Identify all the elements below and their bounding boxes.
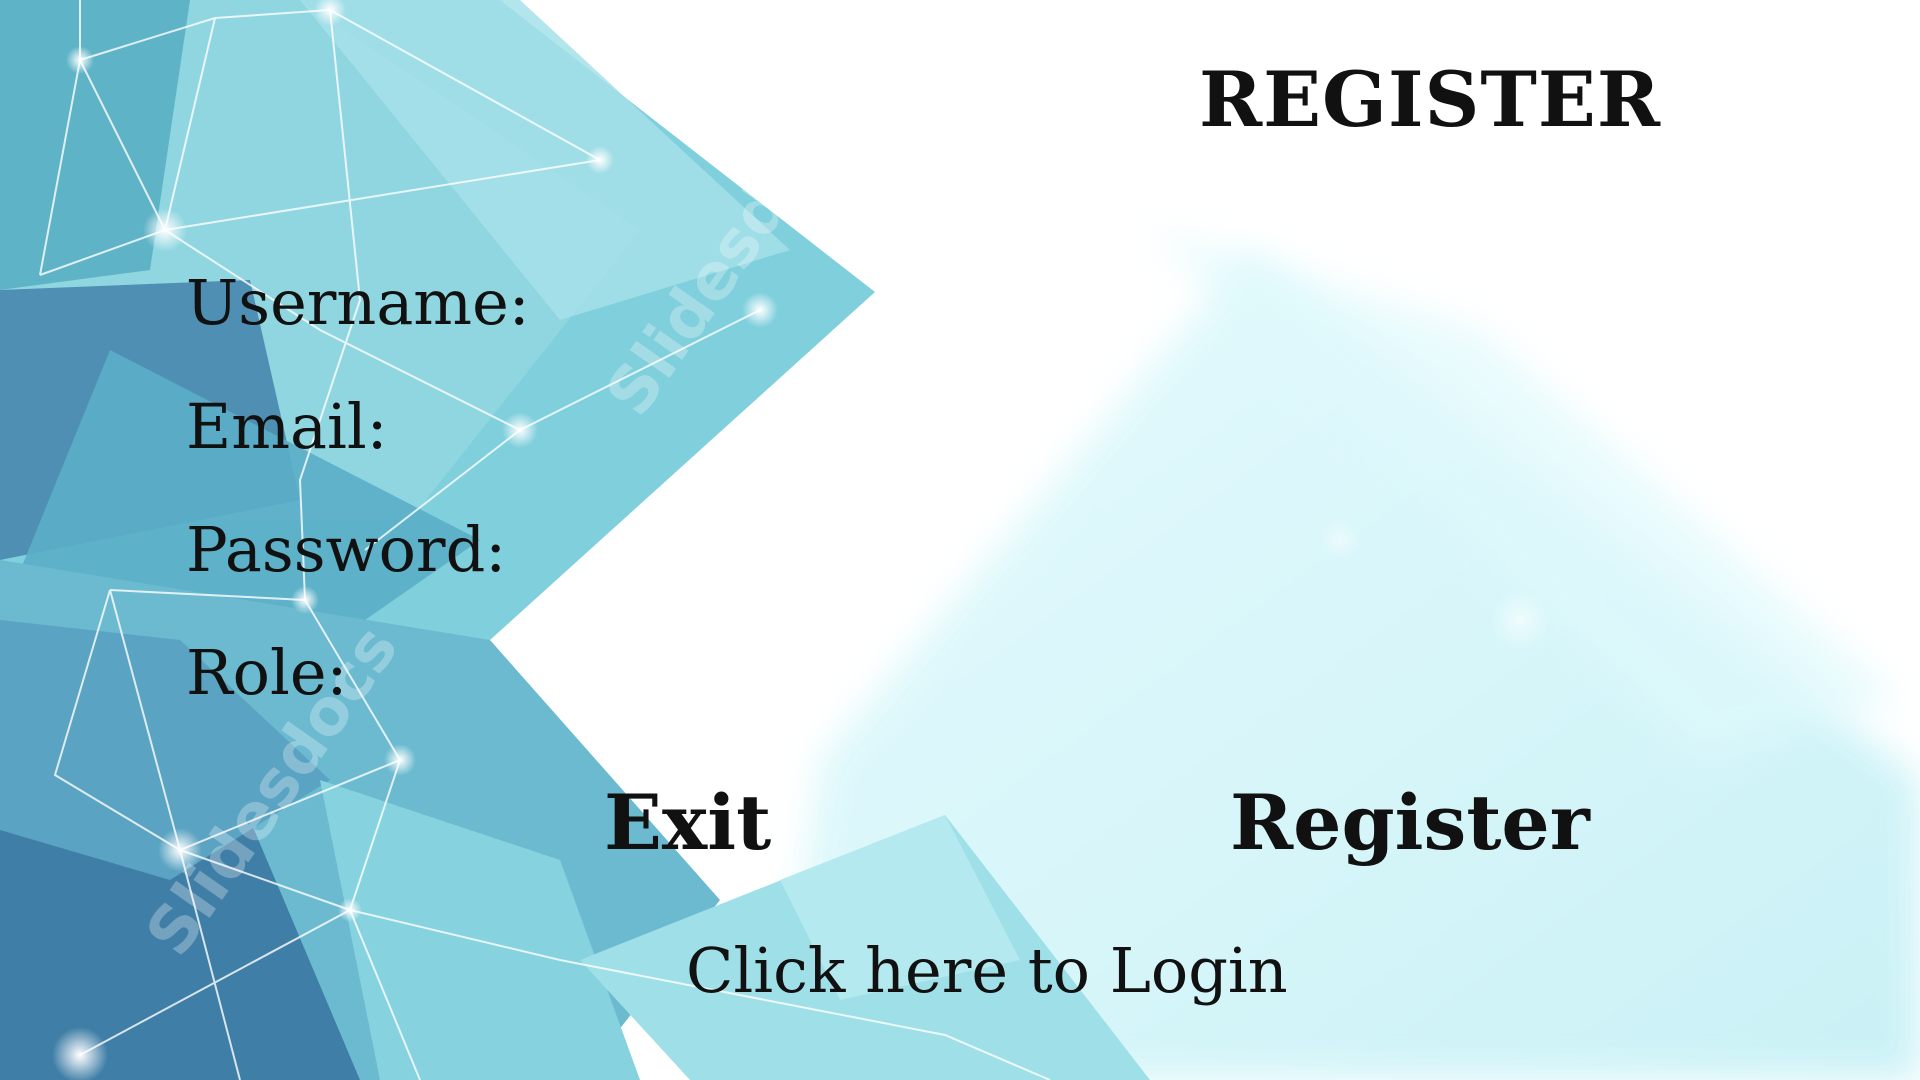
- email-label: Email:: [186, 390, 388, 463]
- username-label: Username:: [186, 266, 530, 339]
- register-window: Slidesdocs Slidesdocs REGISTER Username:…: [0, 0, 1920, 1080]
- username-input[interactable]: [560, 266, 1464, 338]
- password-label: Password:: [186, 513, 507, 586]
- role-label: Role:: [186, 636, 348, 709]
- exit-button[interactable]: Exit: [604, 785, 771, 861]
- login-link[interactable]: Click here to Login: [686, 940, 1288, 1002]
- page-title: REGISTER: [1198, 55, 1662, 144]
- password-input[interactable]: [560, 513, 1464, 585]
- register-button[interactable]: Register: [1230, 785, 1590, 861]
- email-input[interactable]: [560, 390, 1464, 462]
- role-input[interactable]: [560, 636, 1464, 708]
